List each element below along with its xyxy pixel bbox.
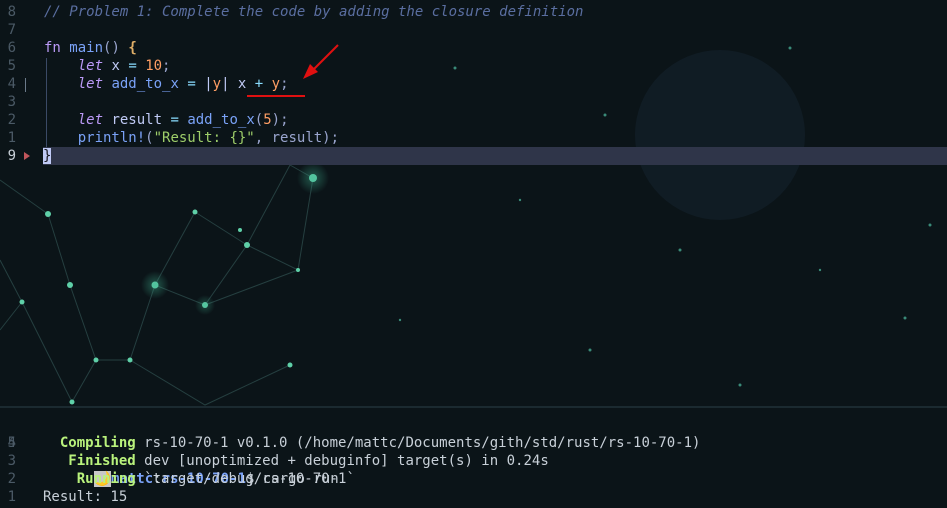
code-line[interactable]: 5 let x = 10; xyxy=(0,57,947,75)
code-line[interactable]: 3 xyxy=(0,93,947,111)
line-number: 7 xyxy=(7,22,16,38)
line-number: 9 xyxy=(7,148,16,164)
terminal-output-line: 4 Compiling rs-10-70-1 v0.1.0 (/home/mat… xyxy=(0,434,947,452)
code-token: ); xyxy=(271,112,289,128)
terminal-pane[interactable]: 5 🌙mattc:rs-10-70-1$ cargo run 4 Compili… xyxy=(0,408,947,508)
code-token: ( xyxy=(145,130,154,146)
code-line[interactable]: 8 // Problem 1: Complete the code by addi… xyxy=(0,3,947,21)
code-token: = xyxy=(187,76,196,92)
code-token: ( xyxy=(254,112,264,128)
line-number: 3 xyxy=(7,94,16,110)
code-line[interactable]: 4 let add_to_x = |y| x + y; xyxy=(0,75,947,93)
text-cursor: } xyxy=(43,148,52,164)
code-token: | xyxy=(221,76,230,92)
code-token: let xyxy=(77,58,104,74)
code-text: fn main() { xyxy=(44,39,137,57)
code-token: { xyxy=(128,40,137,56)
code-token: ; xyxy=(280,76,289,92)
cargo-message: dev [unoptimized + debuginfo] target(s) … xyxy=(135,453,549,469)
code-token: 10 xyxy=(145,58,163,74)
code-token: + xyxy=(254,76,264,92)
terminal-output-line: 1 Result: 15 xyxy=(0,488,947,506)
code-line[interactable]: 2 let result = add_to_x(5); xyxy=(0,111,947,129)
terminal-output-text: Running `target/debug/rs-10-70-1` xyxy=(43,470,355,488)
line-number: 2 xyxy=(7,112,16,128)
code-token: result xyxy=(103,112,171,128)
line-number: 4 xyxy=(7,76,16,92)
code-token: add_to_x xyxy=(187,112,255,128)
code-token: y xyxy=(212,76,222,92)
terminal-output-line: 3 Finished dev [unoptimized + debuginfo]… xyxy=(0,452,947,470)
code-token: // Problem 1: Complete the code by addin… xyxy=(44,4,584,20)
code-token: println! xyxy=(77,130,146,146)
cargo-status: Running xyxy=(76,471,136,487)
code-text: println!("Result: {}", result); xyxy=(44,129,339,147)
code-line[interactable]: 9} xyxy=(8,147,947,165)
code-line[interactable]: 1 println!("Result: {}", result); xyxy=(0,129,947,147)
code-token: x xyxy=(103,58,129,74)
fold-marker-icon[interactable] xyxy=(24,152,30,160)
code-text: // Problem 1: Complete the code by addin… xyxy=(44,3,583,21)
code-token: = xyxy=(128,58,137,74)
code-token: , result); xyxy=(254,130,340,146)
code-text: let add_to_x = |y| x + y; xyxy=(44,75,289,93)
terminal-output-text: Compiling rs-10-70-1 v0.1.0 (/home/mattc… xyxy=(43,434,701,452)
code-token: let xyxy=(77,76,104,92)
terminal-prompt-line: 5 🌙mattc:rs-10-70-1$ cargo run xyxy=(0,416,947,487)
cargo-message: `target/debug/rs-10-70-1` xyxy=(135,471,355,487)
code-token: add_to_x xyxy=(111,76,179,92)
code-token: main xyxy=(69,40,104,56)
terminal-output-text: Finished dev [unoptimized + debuginfo] t… xyxy=(43,452,549,470)
code-token: | xyxy=(195,76,213,92)
cargo-status: Finished xyxy=(68,453,136,469)
line-number: 1 xyxy=(7,130,16,146)
code-text: } xyxy=(43,147,52,165)
terminal-output-line: 2 Running `target/debug/rs-10-70-1` xyxy=(0,470,947,488)
terminal-line-number: 3 xyxy=(7,453,16,469)
code-token: let xyxy=(77,112,104,128)
code-token: "Result: {}" xyxy=(153,130,255,146)
line-number: 5 xyxy=(7,58,16,74)
code-line[interactable]: 7 xyxy=(0,21,947,39)
code-token: fn xyxy=(44,40,61,56)
line-number: 6 xyxy=(7,40,16,56)
terminal-line-number: 2 xyxy=(7,471,16,487)
code-text: let result = add_to_x(5); xyxy=(44,111,289,129)
code-token: ; xyxy=(162,58,171,74)
code-text: let x = 10; xyxy=(44,57,171,75)
terminal-output-text: Result: 15 xyxy=(43,488,127,506)
code-editor[interactable]: 8 // Problem 1: Complete the code by addi… xyxy=(0,0,947,406)
code-token: y xyxy=(271,76,281,92)
line-number: 8 xyxy=(7,4,16,20)
code-token: () xyxy=(103,40,129,56)
git-change-marker xyxy=(25,78,26,92)
cargo-message: rs-10-70-1 v0.1.0 (/home/mattc/Documents… xyxy=(135,435,701,451)
code-token: = xyxy=(170,112,179,128)
code-token: 5 xyxy=(263,112,272,128)
code-line[interactable]: 6 fn main() { xyxy=(0,39,947,57)
cargo-status: Compiling xyxy=(59,435,136,451)
terminal-line-number: 4 xyxy=(7,435,16,451)
terminal-line-number: 1 xyxy=(7,489,16,505)
cargo-message: Result: 15 xyxy=(43,489,128,505)
code-token: x xyxy=(229,76,255,92)
